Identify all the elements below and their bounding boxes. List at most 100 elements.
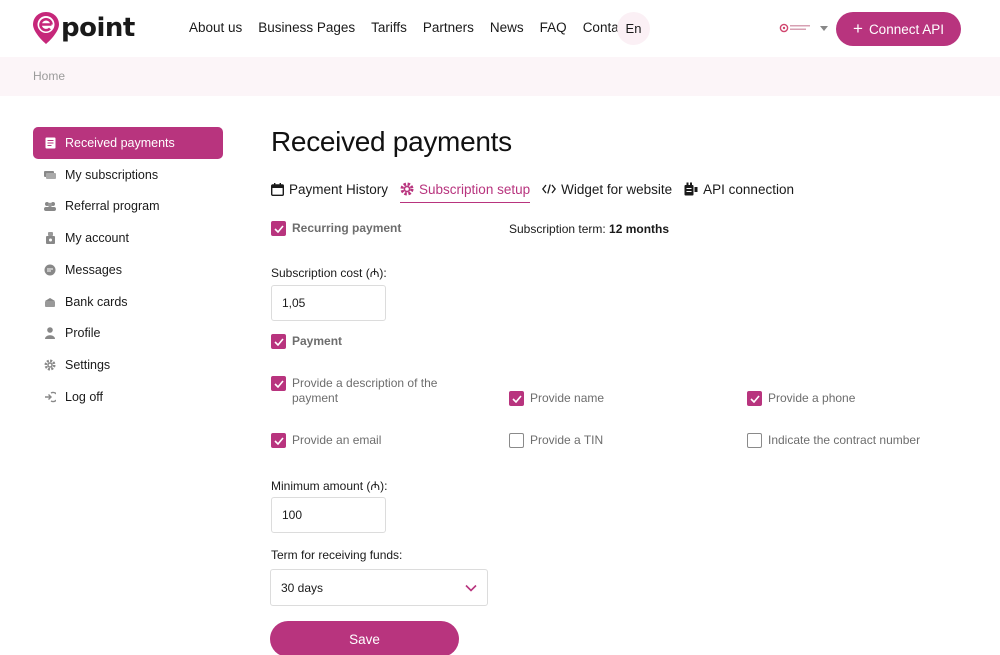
sidebar-item-label: Log off: [65, 389, 104, 404]
subscription-term-label: Subscription term:: [509, 222, 606, 236]
logout-icon: [44, 391, 56, 403]
epoint-logo[interactable]: point: [32, 10, 135, 46]
tab-label: Subscription setup: [419, 181, 531, 197]
sidebar-item-my-subscriptions[interactable]: My subscriptions: [33, 159, 223, 191]
plus-icon: +: [853, 19, 863, 38]
contract-number-label: Indicate the contract number: [768, 433, 921, 447]
minimum-amount-value: 100: [282, 508, 303, 522]
breadcrumb-home[interactable]: Home: [33, 69, 65, 83]
sidebar-item-profile[interactable]: Profile: [33, 317, 223, 349]
subscription-cost-label: Subscription cost (₼):: [271, 266, 387, 280]
receipt-icon: [44, 137, 56, 149]
phone-label: Provide a phone: [768, 391, 856, 405]
option-email[interactable]: Provide an email: [271, 433, 381, 448]
option-tin[interactable]: Provide a TIN: [509, 433, 603, 448]
language-switcher[interactable]: En: [617, 12, 650, 45]
tab-label: API connection: [703, 181, 794, 197]
term-funds-select[interactable]: 30 days: [270, 569, 488, 606]
sidebar-item-label: Settings: [65, 357, 111, 372]
sidebar-item-label: My account: [65, 231, 129, 246]
chevron-down-icon: [820, 25, 828, 31]
api-icon: [684, 182, 698, 196]
check-icon: [273, 436, 284, 445]
save-button[interactable]: Save: [270, 621, 459, 655]
recurring-payment-checkbox[interactable]: [271, 221, 286, 236]
subscription-term-value: 12 months: [609, 222, 670, 236]
global-innovations-logo-icon: [779, 23, 810, 33]
term-funds-label: Term for receiving funds:: [271, 548, 403, 562]
payment-option[interactable]: Payment: [271, 334, 342, 349]
nav-faq[interactable]: FAQ: [540, 20, 567, 35]
tab-bar: Payment History Subscription setup Widge…: [271, 178, 806, 203]
connect-api-label: Connect API: [868, 21, 944, 37]
payment-checkbox[interactable]: [271, 334, 286, 349]
nav-about-us[interactable]: About us: [189, 20, 242, 35]
chat-icon: [44, 264, 56, 276]
gear-icon: [400, 182, 414, 196]
minimum-amount-label: Minimum amount (₼):: [271, 479, 388, 493]
logo-text: point: [61, 13, 135, 43]
nav-tariffs[interactable]: Tariffs: [371, 20, 407, 35]
user-icon: [44, 327, 56, 340]
recurring-payment-label: Recurring payment: [292, 221, 402, 235]
sidebar-item-bank-cards[interactable]: Bank cards: [33, 286, 223, 318]
connect-api-button[interactable]: + Connect API: [836, 12, 961, 46]
option-contract-number[interactable]: Indicate the contract number: [747, 433, 920, 448]
page-title: Received payments: [271, 126, 512, 157]
option-phone[interactable]: Provide a phone: [747, 391, 855, 406]
recurring-payment-option[interactable]: Recurring payment: [271, 221, 401, 236]
tin-checkbox[interactable]: [509, 433, 524, 448]
sidebar-item-label: My subscriptions: [65, 167, 159, 182]
tab-label: Payment History: [289, 181, 389, 197]
email-checkbox[interactable]: [271, 433, 286, 448]
location-pin-icon: [33, 12, 59, 44]
contract-number-checkbox[interactable]: [747, 433, 762, 448]
tab-api-connection[interactable]: API connection: [684, 178, 794, 200]
phone-checkbox[interactable]: [747, 391, 762, 406]
nav-partners[interactable]: Partners: [423, 20, 474, 35]
sidebar-item-label: Received payments: [65, 136, 175, 150]
breadcrumb-bar: Home: [0, 57, 1000, 96]
name-checkbox[interactable]: [509, 391, 524, 406]
sidebar-item-received-payments[interactable]: Received payments: [33, 127, 223, 159]
name-label: Provide name: [530, 391, 605, 405]
nav-business-pages[interactable]: Business Pages: [258, 20, 355, 35]
check-icon: [511, 394, 522, 403]
tab-label: Widget for website: [561, 181, 673, 197]
description-label: Provide a description of the payment: [292, 376, 438, 405]
sidebar: Received payments My subscriptions Refer…: [33, 127, 223, 412]
subscription-term: Subscription term: 12 months: [509, 222, 669, 236]
minimum-amount-input[interactable]: 100: [271, 497, 386, 533]
check-icon: [749, 394, 760, 403]
sidebar-item-label: Messages: [65, 262, 122, 277]
partner-logo-dropdown[interactable]: [779, 22, 828, 34]
account-icon: [44, 232, 56, 245]
sidebar-item-settings[interactable]: Settings: [33, 349, 223, 381]
chevron-down-icon: [465, 584, 477, 592]
sidebar-item-my-account[interactable]: My account: [33, 222, 223, 254]
check-icon: [273, 337, 284, 346]
sidebar-item-label: Referral program: [65, 199, 160, 214]
subscription-cost-value: 1,05: [282, 296, 306, 310]
tab-subscription-setup[interactable]: Subscription setup: [400, 178, 531, 203]
bank-card-icon: [44, 296, 56, 308]
option-description[interactable]: Provide a description of the payment: [271, 376, 462, 406]
tab-payment-history[interactable]: Payment History: [271, 178, 388, 200]
gear-icon: [44, 359, 56, 371]
sidebar-item-messages[interactable]: Messages: [33, 254, 223, 286]
main-nav: About us Business Pages Tariffs Partners…: [189, 20, 652, 35]
check-icon: [273, 379, 284, 388]
option-name[interactable]: Provide name: [509, 391, 604, 406]
sidebar-item-referral-program[interactable]: Referral program: [33, 190, 223, 222]
description-checkbox[interactable]: [271, 376, 286, 391]
card-stack-icon: [44, 169, 56, 181]
calendar-icon: [271, 182, 284, 196]
people-icon: [44, 200, 56, 212]
sidebar-item-log-off[interactable]: Log off: [33, 381, 223, 413]
term-funds-value: 30 days: [281, 580, 324, 595]
sidebar-item-label: Bank cards: [65, 294, 128, 309]
nav-news[interactable]: News: [490, 20, 524, 35]
subscription-cost-input[interactable]: 1,05: [271, 285, 386, 321]
tab-widget-for-website[interactable]: Widget for website: [542, 178, 672, 200]
code-icon: [542, 184, 557, 194]
